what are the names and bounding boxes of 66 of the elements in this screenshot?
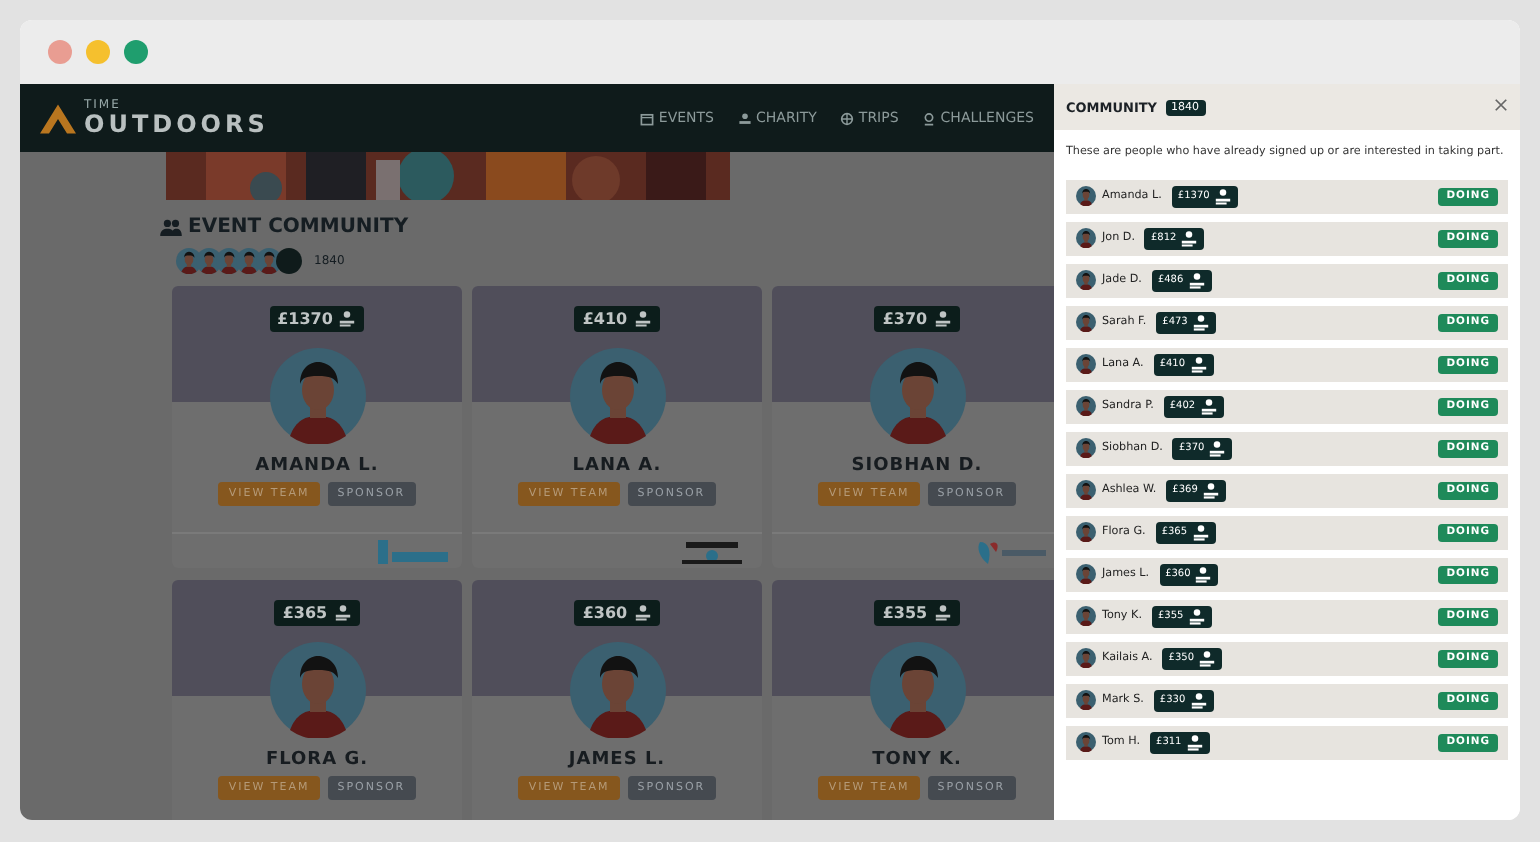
member-name: JAMES L. bbox=[568, 750, 666, 770]
avatar-icon bbox=[1076, 564, 1096, 584]
donate-icon bbox=[633, 604, 652, 622]
avatar-icon bbox=[1076, 186, 1096, 206]
avatar-icon bbox=[569, 348, 665, 444]
avatar-icon bbox=[1076, 312, 1096, 332]
amount-badge: £360 bbox=[574, 600, 660, 626]
brand-name: OUTDOORS bbox=[84, 112, 269, 136]
avatar-icon bbox=[1076, 270, 1096, 290]
donate-icon bbox=[1198, 649, 1217, 667]
close-button[interactable] bbox=[1494, 97, 1508, 117]
people-icon bbox=[160, 218, 182, 236]
amount-badge: £370 bbox=[874, 306, 960, 332]
donate-icon bbox=[1191, 313, 1210, 331]
more-avatars[interactable] bbox=[276, 248, 302, 274]
medal-icon bbox=[922, 111, 937, 125]
avatar-icon bbox=[569, 642, 665, 738]
donate-icon bbox=[1187, 607, 1206, 625]
donate-icon bbox=[1189, 691, 1208, 709]
donate-icon bbox=[1185, 733, 1204, 751]
donate-icon bbox=[1201, 481, 1220, 499]
avatar-icon bbox=[1076, 438, 1096, 458]
close-icon bbox=[1494, 97, 1508, 111]
donate-icon bbox=[933, 604, 952, 622]
avatar-icon bbox=[1076, 648, 1096, 668]
member-name: FLORA G. bbox=[265, 750, 369, 770]
person-icon bbox=[738, 111, 752, 125]
section-heading: EVENT COMMUNITY bbox=[188, 216, 409, 238]
donate-icon bbox=[933, 310, 952, 328]
amount-badge: £410 bbox=[574, 306, 660, 332]
globe-icon bbox=[840, 111, 855, 125]
amount-badge: £355 bbox=[874, 600, 960, 626]
avatar-icon bbox=[1076, 606, 1096, 626]
donate-icon bbox=[633, 310, 652, 328]
avatar-icon bbox=[1076, 732, 1096, 752]
donate-icon bbox=[333, 604, 352, 622]
avatar-icon bbox=[869, 642, 965, 738]
calendar-icon bbox=[640, 111, 655, 125]
avatar-icon bbox=[1076, 354, 1096, 374]
member-name: LANA A. bbox=[572, 456, 662, 476]
avatar-icon bbox=[1076, 228, 1096, 248]
donate-icon bbox=[338, 310, 357, 328]
charity-logo bbox=[374, 535, 450, 567]
donate-icon bbox=[1189, 355, 1208, 373]
member-name: AMANDA L. bbox=[255, 456, 379, 476]
donate-icon bbox=[1213, 187, 1232, 205]
donate-icon bbox=[1180, 229, 1199, 247]
window-control[interactable] bbox=[124, 40, 148, 64]
logo-icon bbox=[40, 103, 76, 133]
donate-icon bbox=[1208, 439, 1227, 457]
donate-icon bbox=[1199, 397, 1218, 415]
avatar-icon bbox=[1076, 396, 1096, 416]
avatar-icon bbox=[269, 642, 365, 738]
amount-badge: £1370 bbox=[269, 306, 365, 332]
window-control[interactable] bbox=[48, 40, 72, 64]
avatar-icon bbox=[1076, 480, 1096, 500]
donate-icon bbox=[1187, 271, 1206, 289]
avatar-icon bbox=[869, 348, 965, 444]
avatar-icon bbox=[1076, 690, 1096, 710]
member-name: SIOBHAN D. bbox=[851, 456, 983, 476]
donate-icon bbox=[1191, 523, 1210, 541]
avatar-icon bbox=[1076, 522, 1096, 542]
avatar-icon bbox=[269, 348, 365, 444]
member-name: TONY K. bbox=[872, 750, 962, 770]
amount-badge: £365 bbox=[274, 600, 360, 626]
donate-icon bbox=[1194, 565, 1213, 583]
